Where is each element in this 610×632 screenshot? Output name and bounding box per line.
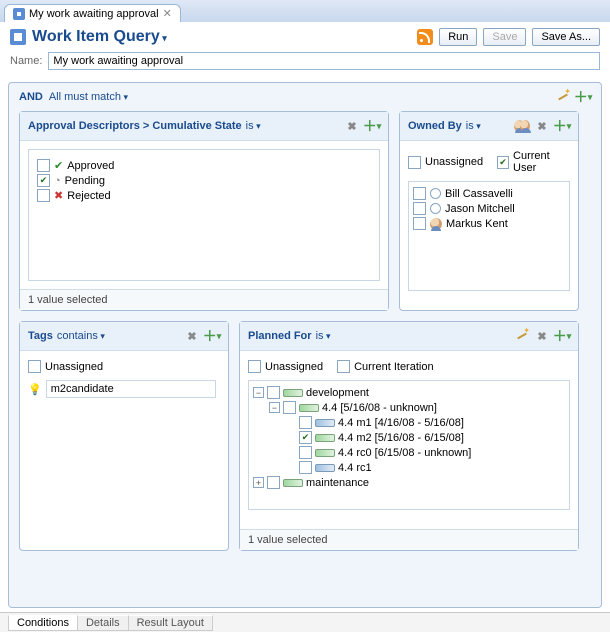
approval-title: Approval Descriptors > Cumulative State	[28, 120, 242, 132]
tags-op[interactable]: contains	[57, 330, 105, 342]
save-button: Save	[483, 28, 526, 46]
remove-owned-button[interactable]: ✖	[534, 118, 550, 134]
remove-approval-button[interactable]: ✖	[344, 118, 360, 134]
approval-panel: Approval Descriptors > Cumulative State …	[19, 111, 389, 311]
owned-current-user[interactable]: ✔Current User	[497, 149, 570, 175]
iteration-icon	[283, 479, 303, 487]
owned-title: Owned By	[408, 120, 462, 132]
add-owned-button[interactable]: ＋	[554, 118, 570, 134]
run-button[interactable]: Run	[439, 28, 477, 46]
name-input[interactable]	[48, 52, 600, 70]
x-icon: ✖	[54, 189, 63, 202]
owned-op[interactable]: is	[466, 120, 481, 132]
iteration-icon	[315, 464, 335, 472]
name-row: Name:	[0, 52, 610, 78]
tab-conditions[interactable]: Conditions	[8, 615, 78, 631]
query-icon	[10, 29, 26, 45]
tags-title: Tags	[28, 330, 53, 342]
tab-title: My work awaiting approval	[29, 8, 159, 20]
user-item[interactable]: Bill Cassavelli	[413, 186, 565, 201]
iteration-icon	[315, 449, 335, 457]
tree-node[interactable]: +maintenance	[253, 475, 565, 490]
wand-icon[interactable]	[555, 89, 571, 105]
user-item[interactable]: Markus Kent	[413, 216, 565, 231]
tag-input[interactable]	[46, 380, 216, 398]
iteration-tree: −development −4.4 [5/16/08 - unknown] 4.…	[248, 380, 570, 510]
tree-node[interactable]: −4.4 [5/16/08 - unknown]	[269, 400, 565, 415]
planned-for-panel: Planned For is ✖ ＋ Unassigned Current It…	[239, 321, 579, 551]
and-label: AND	[19, 91, 43, 103]
owned-unassigned[interactable]: Unassigned	[408, 149, 483, 175]
query-icon	[13, 8, 25, 20]
add-approval-button[interactable]: ＋	[364, 118, 380, 134]
tree-node[interactable]: 4.4 rc0 [6/15/08 - unknown]	[285, 445, 565, 460]
name-label: Name:	[10, 55, 42, 67]
iteration-icon	[299, 404, 319, 412]
planned-footer: 1 value selected	[240, 529, 578, 550]
tab-result-layout[interactable]: Result Layout	[128, 615, 213, 631]
user-item[interactable]: Jason Mitchell	[413, 201, 565, 216]
approval-item[interactable]: ✔Approved	[37, 158, 371, 173]
users-icon[interactable]	[514, 118, 530, 134]
lightbulb-icon: 💡	[28, 383, 42, 396]
remove-planned-button[interactable]: ✖	[534, 328, 550, 344]
approval-item[interactable]: ✖Rejected	[37, 188, 371, 203]
approval-item[interactable]: ✔◔Pending	[37, 173, 371, 188]
add-tags-button[interactable]: ＋	[204, 328, 220, 344]
planned-unassigned[interactable]: Unassigned	[248, 359, 323, 374]
page-title[interactable]: Work Item Query	[32, 28, 167, 46]
save-as-button[interactable]: Save As...	[532, 28, 600, 46]
and-row: AND All must match ＋	[9, 83, 601, 111]
toolbar: Work Item Query Run Save Save As...	[0, 22, 610, 52]
tree-node[interactable]: 4.4 rc1	[285, 460, 565, 475]
planned-current-iteration[interactable]: Current Iteration	[337, 359, 433, 374]
iteration-icon	[283, 389, 303, 397]
add-condition-button[interactable]: ＋	[575, 89, 591, 105]
planned-title: Planned For	[248, 330, 312, 342]
filter-icon[interactable]	[514, 328, 530, 344]
user-icon	[430, 218, 442, 230]
rss-icon[interactable]	[417, 29, 433, 45]
iteration-icon	[315, 434, 335, 442]
remove-tags-button[interactable]: ✖	[184, 328, 200, 344]
tree-node[interactable]: ✔4.4 m2 [5/16/08 - 6/15/08]	[285, 430, 565, 445]
clock-icon: ◔	[54, 175, 61, 187]
tree-node[interactable]: 4.4 m1 [4/16/08 - 5/16/08]	[285, 415, 565, 430]
footer-tabs: Conditions Details Result Layout	[0, 612, 610, 632]
iteration-icon	[315, 419, 335, 427]
conditions-panel: AND All must match ＋ Approval Descriptor…	[8, 82, 602, 608]
owned-by-panel: Owned By is ✖ ＋ Unassigned ✔Current User…	[399, 111, 579, 311]
tags-panel: Tags contains ✖ ＋ Unassigned 💡	[19, 321, 229, 551]
tab-bar: My work awaiting approval ✕	[0, 0, 610, 22]
check-icon: ✔	[54, 159, 63, 172]
approval-footer: 1 value selected	[20, 289, 388, 310]
approval-op[interactable]: is	[246, 120, 261, 132]
tags-unassigned[interactable]: Unassigned	[28, 359, 220, 374]
add-planned-button[interactable]: ＋	[554, 328, 570, 344]
tab-details[interactable]: Details	[77, 615, 129, 631]
close-icon[interactable]: ✕	[163, 7, 172, 20]
tree-node[interactable]: −development	[253, 385, 565, 400]
planned-op[interactable]: is	[316, 330, 331, 342]
editor-tab[interactable]: My work awaiting approval ✕	[4, 4, 181, 22]
match-mode-dropdown[interactable]: All must match	[49, 91, 128, 103]
